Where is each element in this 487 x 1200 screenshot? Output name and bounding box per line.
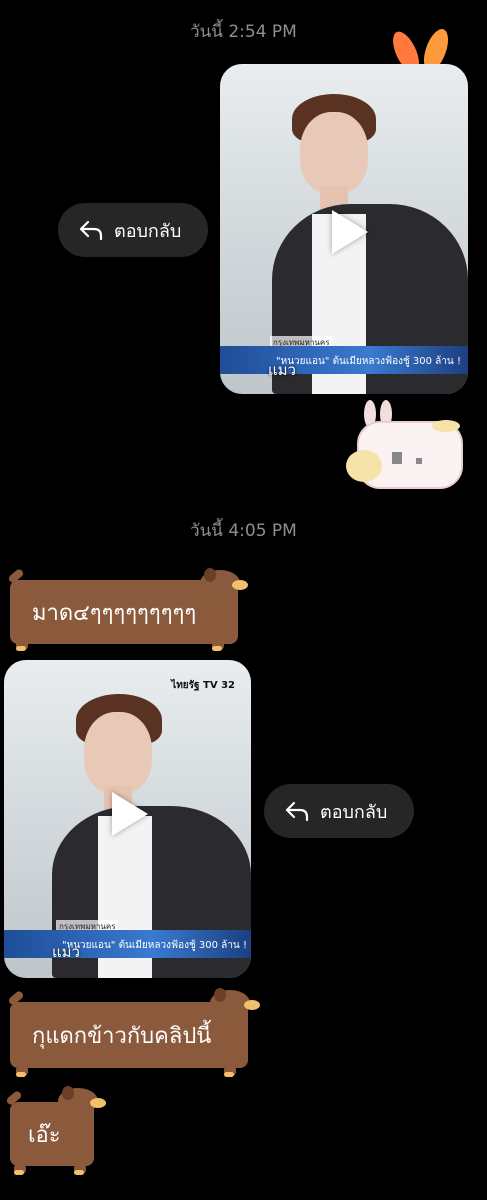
video-message[interactable]: กรุงเทพมหานคร "หนวยแอน" ต้นเมียหลวงฟ้องช… xyxy=(220,64,468,394)
message-text: กุแดกข้าวกับคลิปนี้ xyxy=(32,1023,212,1049)
play-icon[interactable] xyxy=(332,210,368,254)
video-caption: แมว xyxy=(268,361,296,379)
news-headline: "หนวยแอน" ต้นเมียหลวงฟ้องชู้ 300 ล้าน ! xyxy=(62,940,247,951)
reply-label: ตอบกลับ xyxy=(114,220,182,242)
news-headline: "หนวยแอน" ต้นเมียหลวงฟ้องชู้ 300 ล้าน ! xyxy=(276,356,461,367)
reply-label: ตอบกลับ xyxy=(320,801,388,823)
message-bubble[interactable]: กุแดกข้าวกับคลิปนี้ xyxy=(4,986,262,1078)
reply-button[interactable]: ตอบกลับ xyxy=(58,203,208,257)
video-caption: แมว xyxy=(52,943,80,961)
play-icon[interactable] xyxy=(112,792,148,836)
reply-button[interactable]: ตอบกลับ xyxy=(264,784,414,838)
message-bubble[interactable]: มาด๔ๆๆๆๆๆๆๆๆๆ xyxy=(4,566,250,652)
channel-logo: ไทยรัฐ TV 32 xyxy=(171,680,235,691)
message-text: เอ๊ะ xyxy=(28,1122,61,1148)
reply-arrow-icon xyxy=(79,220,103,241)
sticker-bunny-blob[interactable] xyxy=(340,400,470,495)
timestamp: วันนี้ 4:05 PM xyxy=(190,521,297,541)
reply-arrow-icon xyxy=(285,801,309,822)
video-message[interactable]: ไทยรัฐ TV 32 กรุงเทพมหานคร "หนวยแอน" ต้น… xyxy=(4,660,251,978)
message-text: มาด๔ๆๆๆๆๆๆๆๆๆ xyxy=(32,600,197,626)
message-bubble[interactable]: เอ๊ะ xyxy=(4,1086,108,1176)
